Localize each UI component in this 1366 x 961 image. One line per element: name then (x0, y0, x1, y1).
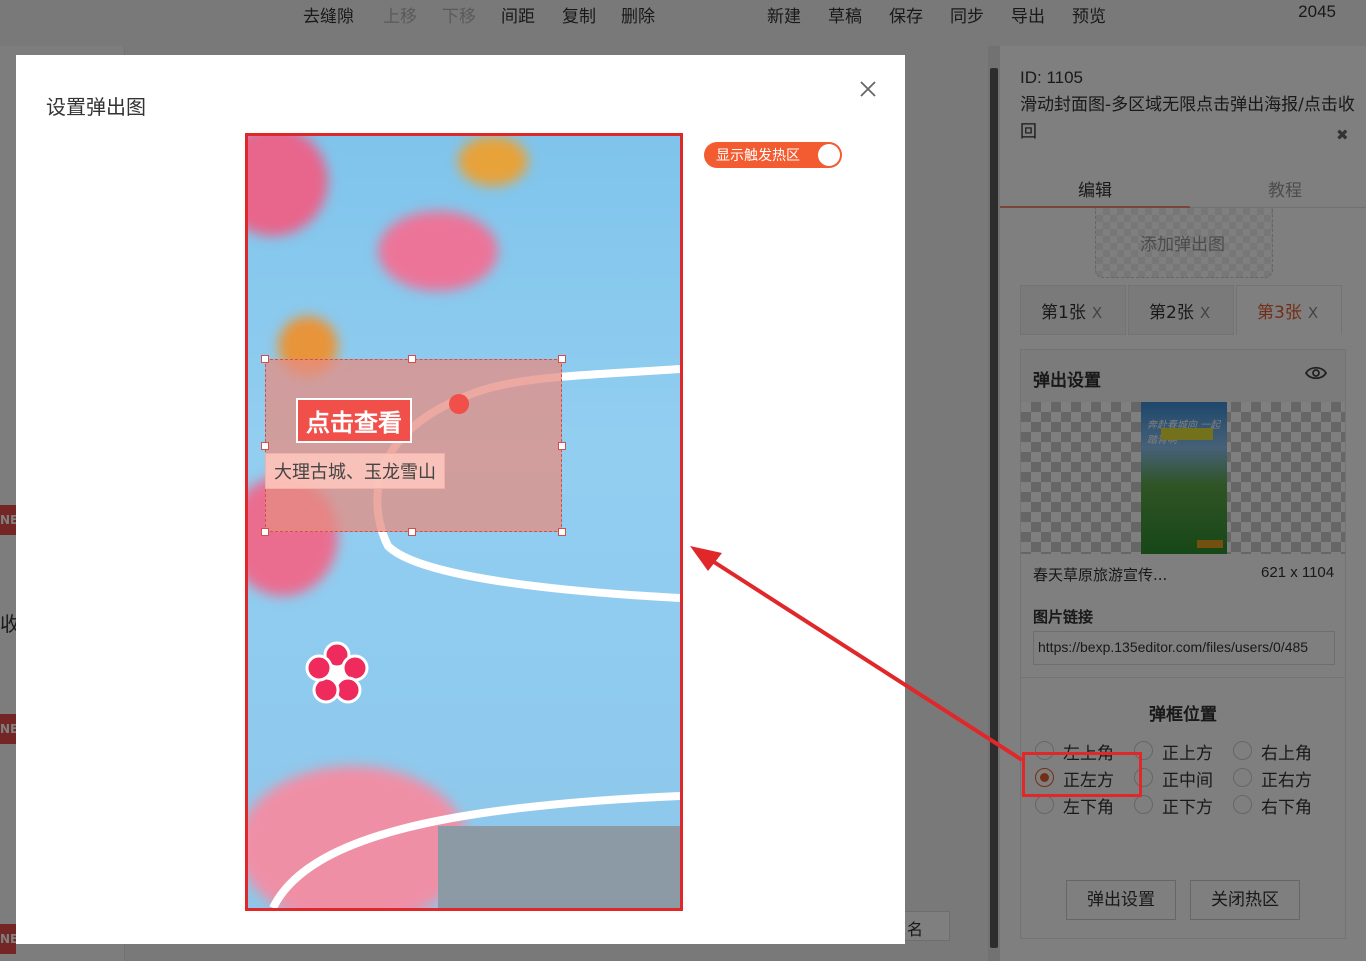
path-dot (449, 394, 469, 414)
set-popup-modal: 设置弹出图 点击查看 大理古城、玉龙雪山 显示触发热区 (16, 55, 905, 944)
resize-handle[interactable] (261, 442, 269, 450)
resize-handle[interactable] (261, 528, 269, 536)
resize-handle[interactable] (261, 355, 269, 363)
resize-handle[interactable] (408, 355, 416, 363)
click-view-label: 点击查看 (296, 398, 412, 443)
show-hotspot-toggle[interactable]: 显示触发热区 (704, 142, 842, 168)
destination-label: 大理古城、玉龙雪山 (265, 453, 445, 489)
popup-canvas[interactable]: 点击查看 大理古城、玉龙雪山 (245, 133, 683, 911)
resize-handle[interactable] (558, 355, 566, 363)
resize-handle[interactable] (558, 528, 566, 536)
flower-icon (305, 641, 369, 704)
annotation-highlight-box (1022, 752, 1142, 797)
close-icon[interactable] (858, 77, 878, 105)
modal-title: 设置弹出图 (46, 95, 146, 119)
resize-handle[interactable] (558, 442, 566, 450)
trigger-hotspot[interactable] (265, 359, 562, 532)
resize-handle[interactable] (408, 528, 416, 536)
toggle-knob[interactable] (818, 144, 840, 166)
toggle-label: 显示触发热区 (716, 148, 800, 164)
